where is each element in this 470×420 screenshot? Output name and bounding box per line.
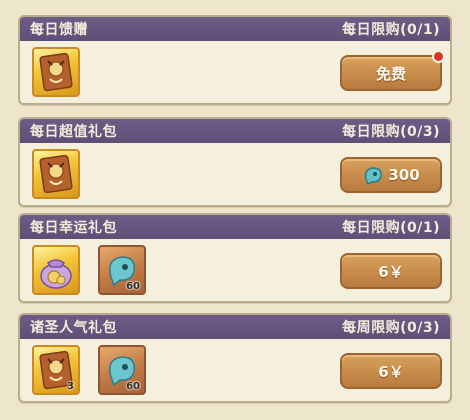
free-claim-button[interactable]: 免费	[340, 50, 445, 91]
panel-header: 诸圣人气礼包 每周限购(0/3)	[20, 315, 450, 339]
buy-with-gem-button[interactable]: 300	[340, 157, 442, 193]
purchase-limit: 每周限购(0/3)	[342, 320, 440, 336]
reward-item-soul-gem[interactable]: 60	[98, 245, 146, 295]
panel-daily-gift: 每日馈赠 每日限购(0/1) 免费	[18, 15, 452, 105]
item-count: 60	[126, 381, 140, 392]
buy-with-cash-button[interactable]: 6￥	[340, 253, 442, 289]
panel-title: 每日超值礼包	[30, 124, 117, 140]
panel-title: 每日幸运礼包	[30, 220, 117, 236]
purchase-limit: 每日限购(0/3)	[342, 124, 440, 140]
panel-daily-lucky-pack: 每日幸运礼包 每日限购(0/1) 60 6￥	[18, 213, 452, 303]
button-label: 300	[388, 166, 420, 184]
panel-header: 每日幸运礼包 每日限购(0/1)	[20, 215, 450, 239]
reward-item-soul-gem[interactable]: 60	[98, 345, 146, 395]
panel-header: 每日超值礼包 每日限购(0/3)	[20, 119, 450, 143]
panel-saints-popular-pack: 诸圣人气礼包 每周限购(0/3) 3 60 6￥	[18, 313, 452, 403]
gold-card-icon	[39, 154, 73, 194]
panel-body: 300	[20, 143, 450, 205]
panel-body: 60 6￥	[20, 239, 450, 301]
gold-pouch-icon	[40, 259, 72, 289]
panel-body: 免费	[20, 41, 450, 103]
button-label: 免费	[375, 64, 406, 83]
button-label: 6￥	[378, 362, 404, 381]
panel-header: 每日馈赠 每日限购(0/1)	[20, 17, 450, 41]
reward-item-gold-pouch[interactable]	[32, 245, 80, 295]
reward-item-gold-card[interactable]	[32, 149, 80, 199]
panel-title: 诸圣人气礼包	[30, 320, 117, 336]
soul-gem-icon	[365, 167, 383, 185]
reward-item-gold-card[interactable]	[32, 47, 80, 97]
panel-daily-value-pack: 每日超值礼包 每日限购(0/3) 300	[18, 117, 452, 207]
gold-card-icon	[39, 52, 73, 92]
purchase-limit: 每日限购(0/1)	[342, 22, 440, 38]
reward-item-gold-card[interactable]: 3	[32, 345, 80, 395]
panel-title: 每日馈赠	[30, 22, 88, 38]
buy-with-cash-button[interactable]: 6￥	[340, 353, 442, 389]
notification-dot-icon	[432, 50, 445, 63]
item-count: 3	[67, 381, 74, 392]
panel-body: 3 60 6￥	[20, 339, 450, 401]
purchase-limit: 每日限购(0/1)	[342, 220, 440, 236]
item-count: 60	[126, 281, 140, 292]
button-label: 6￥	[378, 262, 404, 281]
